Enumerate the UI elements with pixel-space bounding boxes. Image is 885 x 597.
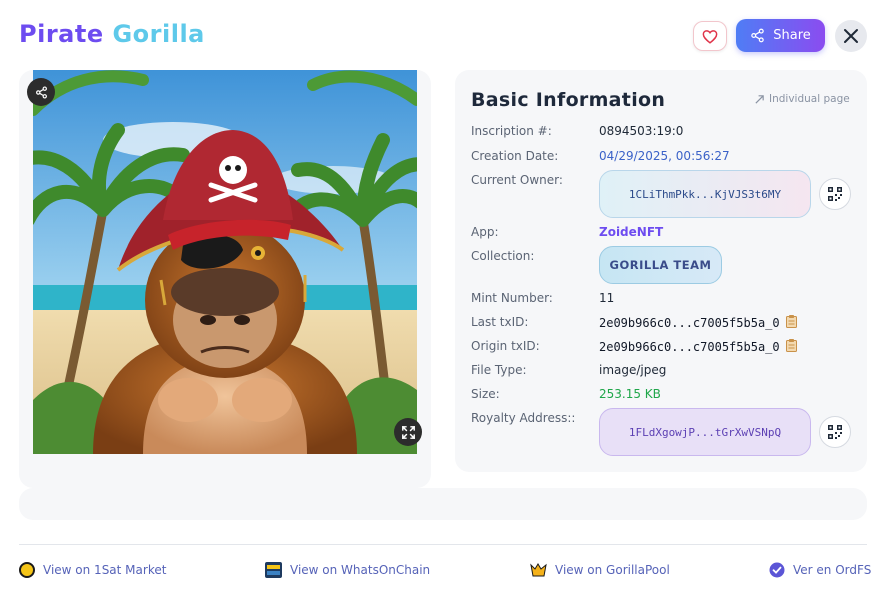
gorillapool-icon xyxy=(530,563,547,577)
title-part-2: Gorilla xyxy=(112,20,205,48)
qr-code-icon xyxy=(828,187,842,201)
file-type-label: File Type: xyxy=(471,363,527,377)
share-icon xyxy=(751,28,764,43)
title-part-1: Pirate xyxy=(19,20,104,48)
link-ordfs[interactable]: Ver en OrdFS xyxy=(769,562,871,578)
divider xyxy=(19,544,867,545)
last-txid-value[interactable]: 2e09b966c0...c7005f5b5a_0 xyxy=(599,316,780,330)
origin-txid-label: Origin txID: xyxy=(471,339,540,353)
info-title: Basic Information xyxy=(471,89,666,111)
current-owner-label: Current Owner: xyxy=(471,173,563,187)
royalty-qr-button[interactable] xyxy=(819,416,851,448)
image-share-button[interactable] xyxy=(27,78,55,106)
current-owner-address[interactable]: 1CLiThmPkk...KjVJS3t6MY xyxy=(599,170,811,218)
link-label: View on GorillaPool xyxy=(555,563,670,577)
image-expand-button[interactable] xyxy=(394,418,422,446)
page-title: Pirate Gorilla xyxy=(19,20,205,48)
empty-section-bar xyxy=(19,488,867,520)
individual-page-label: Individual page xyxy=(769,93,850,105)
expand-icon xyxy=(401,425,415,439)
owner-qr-button[interactable] xyxy=(819,178,851,210)
creation-date-label: Creation Date: xyxy=(471,149,559,163)
heart-icon xyxy=(702,29,718,44)
share-label: Share xyxy=(773,28,811,43)
size-value: 253.15 KB xyxy=(599,387,661,401)
1sat-market-icon xyxy=(19,562,35,578)
nft-image[interactable] xyxy=(33,70,417,454)
file-type-value: image/jpeg xyxy=(599,363,667,377)
link-label: View on WhatsOnChain xyxy=(290,563,431,577)
collection-badge[interactable]: GORILLA TEAM xyxy=(599,246,722,284)
qr-code-icon xyxy=(828,425,842,439)
close-button[interactable] xyxy=(835,20,867,52)
clipboard-icon[interactable] xyxy=(785,339,797,352)
like-button[interactable] xyxy=(693,21,727,51)
creation-date-value: 04/29/2025, 00:56:27 xyxy=(599,149,730,163)
individual-page-link[interactable]: Individual page xyxy=(754,93,850,105)
app-value[interactable]: ZoideNFT xyxy=(599,225,663,239)
clipboard-icon[interactable] xyxy=(785,315,797,328)
inscription-label: Inscription #: xyxy=(471,124,552,138)
last-txid-label: Last txID: xyxy=(471,315,529,329)
link-label: Ver en OrdFS xyxy=(793,563,872,577)
royalty-address[interactable]: 1FLdXgowjP...tGrXwVSNpQ xyxy=(599,408,811,456)
app-label: App: xyxy=(471,225,499,239)
link-whatsonchain[interactable]: View on WhatsOnChain xyxy=(265,562,430,578)
mint-number-label: Mint Number: xyxy=(471,291,553,305)
external-link-icon xyxy=(755,94,764,104)
mint-number-value: 11 xyxy=(599,291,615,305)
share-button[interactable]: Share xyxy=(736,19,825,52)
link-label: View on 1Sat Market xyxy=(43,563,167,577)
whatsonchain-icon xyxy=(265,562,282,578)
origin-txid-value[interactable]: 2e09b966c0...c7005f5b5a_0 xyxy=(599,340,780,354)
share-icon xyxy=(35,85,47,99)
collection-label: Collection: xyxy=(471,249,535,263)
royalty-address-label: Royalty Address:: xyxy=(471,411,576,425)
size-label: Size: xyxy=(471,387,500,401)
link-1sat-market[interactable]: View on 1Sat Market xyxy=(19,562,166,578)
inscription-value: 0894503:19:0 xyxy=(599,124,684,138)
close-icon xyxy=(844,29,858,43)
check-circle-icon xyxy=(769,562,785,578)
origin-txid-row: 2e09b966c0...c7005f5b5a_0 xyxy=(599,339,797,354)
link-gorillapool[interactable]: View on GorillaPool xyxy=(530,562,670,578)
last-txid-row: 2e09b966c0...c7005f5b5a_0 xyxy=(599,315,797,330)
